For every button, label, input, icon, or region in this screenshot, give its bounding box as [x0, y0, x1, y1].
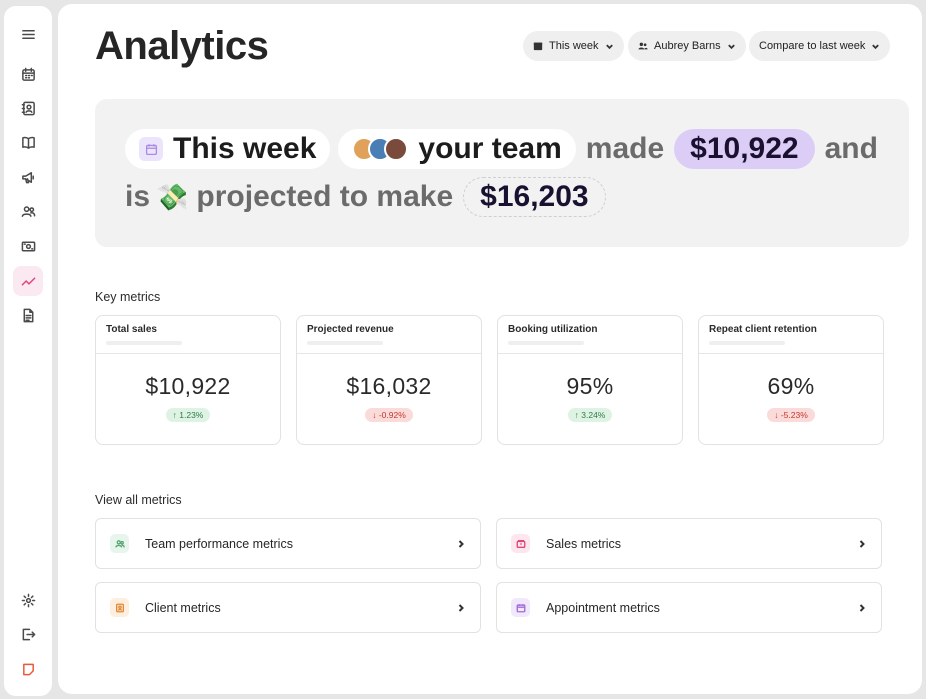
metric-delta-badge: ↓ -5.23%: [767, 408, 815, 422]
chevron-right-icon: [859, 539, 865, 548]
key-metrics-title: Key metrics: [95, 290, 161, 304]
period-filter-label: This week: [549, 40, 599, 52]
metric-delta-badge: ↑ 1.23%: [165, 408, 211, 422]
team-icon: [638, 42, 648, 50]
metric-label: Total sales: [106, 324, 157, 335]
document-icon[interactable]: [13, 300, 43, 330]
period-chip[interactable]: This week: [125, 129, 331, 169]
metric-card-total-sales[interactable]: Total sales $10,922 ↑ 1.23%: [95, 315, 281, 445]
avatar-group: [352, 137, 409, 161]
metric-value: 95%: [566, 373, 614, 399]
chevron-right-icon: [859, 603, 865, 612]
link-label: Appointment metrics: [546, 600, 660, 615]
book-icon[interactable]: [13, 127, 43, 157]
metric-card-header: Projected revenue: [297, 316, 481, 354]
compare-filter-label: Compare to last week: [759, 40, 866, 52]
client-metrics-link[interactable]: Client metrics: [95, 582, 481, 633]
metric-card-header: Repeat client retention: [699, 316, 883, 354]
logout-icon[interactable]: [13, 619, 43, 649]
metric-value: $10,922: [145, 373, 231, 399]
projected-amount: $16,203: [463, 177, 606, 217]
summary-line-1: This week your team made $10,922 and: [125, 129, 888, 169]
calendar-icon: [511, 598, 530, 617]
summary-line-2: is 💸 projected to make $16,203: [125, 177, 606, 217]
link-label: Team performance metrics: [145, 536, 293, 551]
contacts-icon[interactable]: [13, 93, 43, 123]
compare-filter[interactable]: Compare to last week: [749, 31, 891, 61]
metric-placeholder-bar: [307, 341, 383, 345]
summary-banner: This week your team made $10,922 and is …: [95, 99, 909, 247]
metric-card-repeat-client-retention[interactable]: Repeat client retention 69% ↓ -5.23%: [698, 315, 884, 445]
team-chip-label: your team: [418, 132, 562, 165]
wallet-icon: [511, 534, 530, 553]
metric-value: 69%: [767, 373, 815, 399]
calendar-icon: [139, 137, 163, 161]
metric-card-header: Booking utilization: [498, 316, 682, 354]
link-label: Client metrics: [145, 600, 221, 615]
metric-placeholder-bar: [709, 341, 785, 345]
metric-card-header: Total sales: [96, 316, 280, 354]
money-icon[interactable]: [13, 231, 43, 261]
page-title: Analytics: [95, 24, 269, 68]
metric-card-booking-utilization[interactable]: Booking utilization 95% ↑ 3.24%: [497, 315, 683, 445]
sidebar: [4, 6, 52, 696]
main-panel: Analytics This week Aubrey Barns Compare…: [58, 4, 922, 694]
period-chip-label: This week: [173, 132, 317, 165]
metric-delta-badge: ↑ 3.24%: [567, 408, 613, 422]
period-filter[interactable]: This week: [523, 31, 624, 61]
chevron-down-icon: [872, 44, 880, 49]
chevron-down-icon: [605, 44, 613, 49]
metric-placeholder-bar: [508, 341, 584, 345]
all-metrics-title: View all metrics: [95, 493, 182, 507]
sales-metrics-link[interactable]: Sales metrics: [496, 518, 882, 569]
metric-value: $16,032: [346, 373, 432, 399]
metric-delta-badge: ↓ -0.92%: [365, 408, 413, 422]
made-text: made: [585, 132, 665, 165]
analytics-icon[interactable]: [13, 266, 43, 296]
member-filter[interactable]: Aubrey Barns: [628, 31, 746, 61]
team-icon: [110, 534, 129, 553]
chevron-right-icon: [458, 603, 464, 612]
is-text: is: [125, 180, 151, 213]
team-performance-metrics-link[interactable]: Team performance metrics: [95, 518, 481, 569]
and-text: and: [824, 132, 878, 165]
team-chip[interactable]: your team: [338, 129, 576, 169]
member-filter-label: Aubrey Barns: [654, 40, 721, 52]
calendar-icon[interactable]: [13, 59, 43, 89]
metric-label: Repeat client retention: [709, 324, 817, 335]
megaphone-icon[interactable]: [13, 162, 43, 192]
avatar: [384, 137, 409, 161]
calendar-icon: [533, 42, 543, 51]
link-label: Sales metrics: [546, 536, 622, 551]
money-wings-icon: 💸: [156, 181, 189, 212]
made-amount: $10,922: [674, 129, 815, 169]
projected-text: projected to make: [196, 180, 454, 213]
settings-icon[interactable]: [13, 585, 43, 615]
client-icon: [110, 598, 129, 617]
chevron-down-icon: [727, 44, 735, 49]
appointment-metrics-link[interactable]: Appointment metrics: [496, 582, 882, 633]
metric-card-projected-revenue[interactable]: Projected revenue $16,032 ↓ -0.92%: [296, 315, 482, 445]
team-icon[interactable]: [13, 196, 43, 226]
metric-placeholder-bar: [106, 341, 182, 345]
metric-label: Booking utilization: [508, 324, 598, 335]
brand-logo-icon: [13, 654, 43, 684]
metric-label: Projected revenue: [307, 324, 394, 335]
chevron-right-icon: [458, 539, 464, 548]
menu-icon[interactable]: [13, 19, 43, 49]
